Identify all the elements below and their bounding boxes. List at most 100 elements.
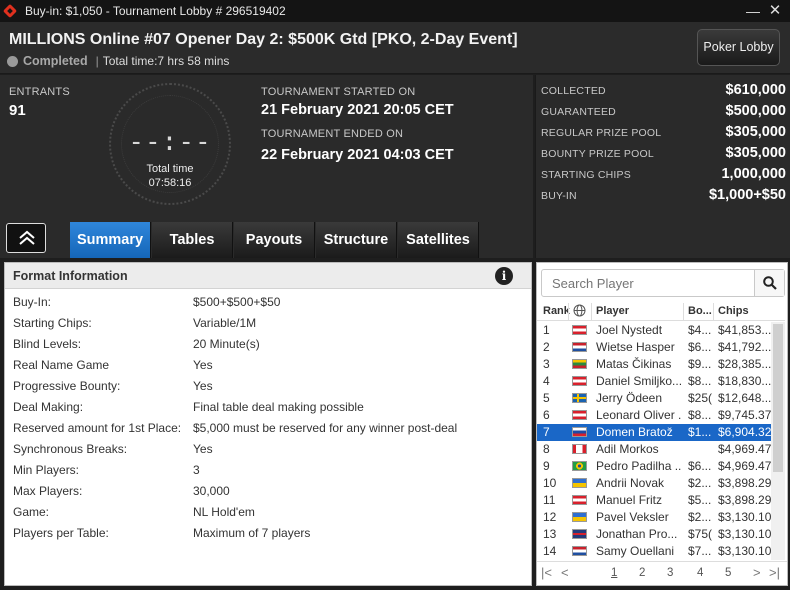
- player-row[interactable]: 11 Manuel Fritz $5... $3,898.29: [537, 492, 771, 509]
- prize-value: $305,000: [725, 145, 786, 161]
- player-name: Daniel Smiljko...: [596, 374, 681, 388]
- player-bounty: $2...: [688, 476, 712, 490]
- player-name: Joel Nystedt: [596, 323, 663, 337]
- format-key: Buy-In:: [13, 295, 52, 309]
- minimize-icon[interactable]: —: [744, 2, 762, 20]
- player-row[interactable]: 5 Jerry Ödeen $25($12,648...: [537, 390, 771, 407]
- format-value: Yes: [193, 358, 213, 372]
- player-row[interactable]: 10 Andrii Novak $2... $3,898.29: [537, 475, 771, 492]
- poker-lobby-button[interactable]: Poker Lobby: [697, 29, 780, 66]
- scrollbar-thumb[interactable]: [773, 324, 783, 472]
- player-name: Pedro Padilha ...: [596, 459, 681, 473]
- format-value: Maximum of 7 players: [193, 526, 311, 540]
- format-header: Format Information i: [5, 263, 531, 289]
- page-1[interactable]: 1: [611, 567, 617, 579]
- player-name: Manuel Fritz: [596, 493, 663, 507]
- player-bounty: $4...: [688, 323, 712, 337]
- col-rank[interactable]: Rank: [543, 305, 570, 317]
- collapse-button[interactable]: [6, 223, 46, 253]
- player-chips: $3,130.10: [718, 527, 771, 541]
- player-bounty: $75(: [688, 527, 713, 541]
- column-divider: [591, 303, 592, 321]
- prize-label: BUY-IN: [541, 190, 577, 202]
- next-page-icon[interactable]: >: [753, 565, 761, 580]
- player-row[interactable]: 14 Samy Ouellani $7... $3,130.10: [537, 543, 771, 560]
- search-player-input[interactable]: [542, 270, 754, 296]
- player-chips: $6,904.32: [718, 425, 771, 439]
- col-bounty[interactable]: Bo...: [688, 305, 712, 317]
- tab-tables[interactable]: Tables: [152, 222, 233, 258]
- player-row[interactable]: 13 Jonathan Pro... $75( $3,130.10: [537, 526, 771, 543]
- tab-summary[interactable]: Summary: [70, 222, 151, 258]
- format-row: Real Name Game Yes: [13, 358, 523, 379]
- player-name: Jonathan Pro...: [596, 527, 678, 541]
- player-rank: 8: [543, 442, 550, 456]
- tab-payouts[interactable]: Payouts: [234, 222, 315, 258]
- player-bounty: $1...: [688, 425, 712, 439]
- format-value: 30,000: [193, 484, 230, 498]
- format-key: Starting Chips:: [13, 316, 92, 330]
- player-row[interactable]: 8 Adil Morkos $4,969.47: [537, 441, 771, 458]
- player-row[interactable]: 6 Leonard Oliver ... $8... $9,745.37: [537, 407, 771, 424]
- page-2[interactable]: 2: [639, 567, 645, 579]
- prev-page-icon[interactable]: <: [561, 565, 569, 580]
- player-row[interactable]: 1 Joel Nystedt $4... $41,853...: [537, 322, 771, 339]
- player-rank: 11: [543, 493, 556, 507]
- player-list-scrollbar[interactable]: [771, 322, 785, 560]
- player-rank: 12: [543, 510, 557, 524]
- format-key: Real Name Game: [13, 358, 110, 372]
- status-separator: |: [95, 54, 99, 68]
- player-row[interactable]: 9 Pedro Padilha ... $6... $4,969.47: [537, 458, 771, 475]
- format-title: Format Information: [13, 269, 128, 283]
- page-5[interactable]: 5: [725, 567, 731, 579]
- player-row[interactable]: 7 Domen Bratož $1... $6,904.32: [537, 424, 771, 441]
- format-value: Yes: [193, 379, 213, 393]
- player-rank: 13: [543, 527, 557, 541]
- format-value: $5,000 must be reserved for any winner p…: [193, 421, 458, 435]
- player-row[interactable]: 4 Daniel Smiljko... $8... $18,830...: [537, 373, 771, 390]
- format-key: Max Players:: [13, 484, 83, 498]
- column-divider: [568, 303, 569, 321]
- player-rank: 4: [543, 374, 550, 388]
- format-key: Synchronous Breaks:: [13, 442, 128, 456]
- search-box: [541, 269, 785, 297]
- globe-icon[interactable]: [573, 304, 586, 320]
- prize-pool-panel: COLLECTED $610,000 GUARANTEED $500,000 R…: [535, 75, 790, 258]
- player-list: 1 Joel Nystedt $4... $41,853... 2 Wietse Hasp…: [537, 322, 771, 560]
- player-row[interactable]: 3 Matas Čikinas $9... $28,385...: [537, 356, 771, 373]
- close-icon[interactable]: ✕: [766, 2, 784, 20]
- col-player[interactable]: Player: [596, 305, 629, 317]
- player-row[interactable]: 2 Wietse Hasper $6... $41,792...: [537, 339, 771, 356]
- lithuania-flag-icon: [572, 359, 587, 369]
- started-value: 21 February 2021 20:05 CET: [261, 102, 454, 118]
- col-chips[interactable]: Chips: [718, 305, 749, 317]
- slovenia-flag-icon: [572, 427, 587, 437]
- austria-flag-icon: [572, 325, 587, 335]
- status-label: Completed: [23, 54, 88, 68]
- format-row: Reserved amount for 1st Place: $5,000 mus…: [13, 421, 523, 442]
- player-chips: $12,648...: [718, 391, 771, 405]
- format-key: Blind Levels:: [13, 337, 82, 351]
- format-row: Progressive Bounty: Yes: [13, 379, 523, 400]
- tab-structure[interactable]: Structure: [316, 222, 397, 258]
- player-chips: $9,745.37: [718, 408, 771, 422]
- info-icon[interactable]: i: [495, 267, 513, 285]
- player-rank: 14: [543, 544, 557, 558]
- entrants-value: 91: [9, 102, 26, 119]
- sweden-flag-icon: [572, 393, 587, 403]
- player-row[interactable]: 12 Pavel Veksler $2... $3,130.10: [537, 509, 771, 526]
- format-key: Reserved amount for 1st Place:: [13, 421, 182, 435]
- clock-time: 07:58:16: [148, 177, 192, 189]
- tab-satellites[interactable]: Satellites: [398, 222, 479, 258]
- format-key: Progressive Bounty:: [13, 379, 121, 393]
- first-page-icon[interactable]: |<: [541, 565, 552, 580]
- page-3[interactable]: 3: [667, 567, 673, 579]
- player-name: Andrii Novak: [596, 476, 665, 490]
- page-4[interactable]: 4: [697, 567, 703, 579]
- player-chips: $28,385...: [718, 357, 771, 371]
- last-page-icon[interactable]: >|: [769, 565, 780, 580]
- search-button[interactable]: [754, 270, 784, 296]
- prize-row-bounty-pool: BOUNTY PRIZE POOL $305,000: [541, 145, 786, 166]
- player-bounty: $8...: [688, 374, 712, 388]
- player-bounty: $9...: [688, 357, 712, 371]
